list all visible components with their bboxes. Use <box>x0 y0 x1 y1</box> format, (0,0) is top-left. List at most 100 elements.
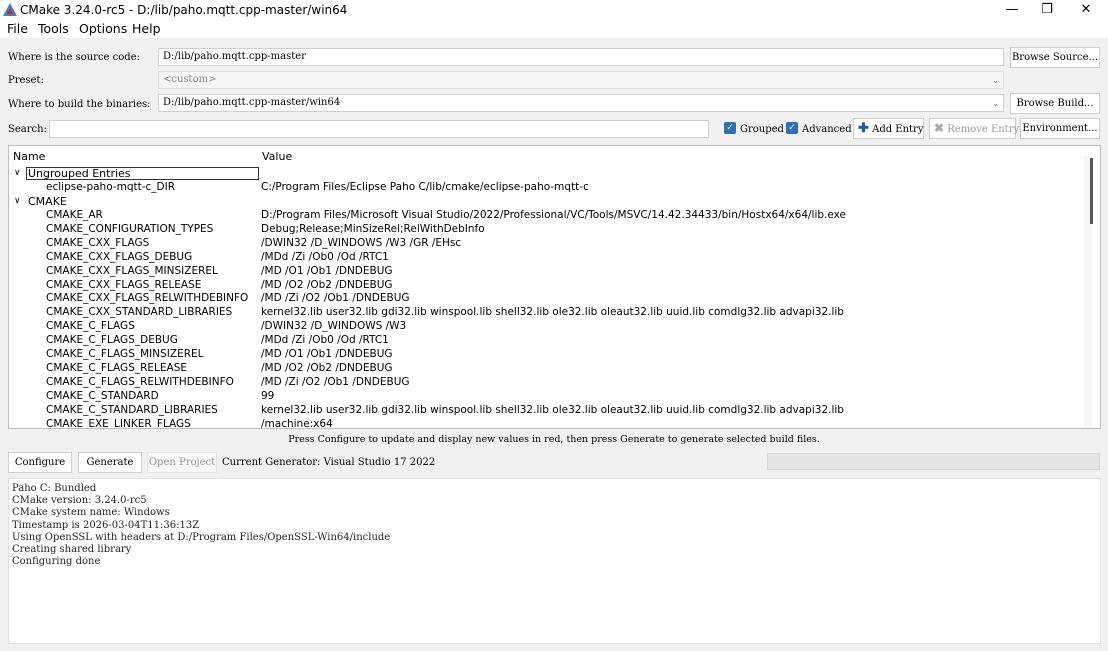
table-row[interactable]: CMAKE_CONFIGURATION_TYPES Debug;Release;M… <box>9 223 1085 237</box>
entry-name: CMAKE_C_FLAGS_DEBUG <box>46 334 178 347</box>
group-cmake[interactable]: ∨ CMAKE <box>9 195 1085 209</box>
scrollbar-thumb[interactable] <box>1090 158 1093 224</box>
log-line: Paho C: Bundled <box>12 483 97 494</box>
search-label: Search: <box>8 124 47 135</box>
log-line: Timestamp is 2026-03-04T11:36:13Z <box>12 519 200 531</box>
entry-value[interactable]: /MDd /Zi /Ob0 /Od /RTC1 <box>261 251 389 264</box>
configure-button[interactable]: Configure <box>8 452 72 473</box>
close-button[interactable]: ✕ <box>1066 0 1106 20</box>
entry-value[interactable]: /machine:x64 <box>261 418 333 429</box>
table-row[interactable]: CMAKE_C_STANDARD 99 <box>9 390 1085 404</box>
build-value: D:/lib/paho.mqtt.cpp-master/win64 <box>163 97 341 108</box>
menu-options[interactable]: Options <box>79 21 127 36</box>
chevron-down-icon[interactable]: ∨ <box>14 167 21 180</box>
group-ungrouped[interactable]: ∨ Ungrouped Entries <box>9 167 1085 181</box>
entry-name: CMAKE_EXE_LINKER_FLAGS <box>46 417 191 429</box>
entry-value[interactable]: C:/Program Files/Eclipse Paho C/lib/cmak… <box>261 181 589 194</box>
open-project-button[interactable]: Open Project <box>147 452 217 473</box>
entry-name: CMAKE_C_FLAGS <box>46 320 135 333</box>
browse-build-button[interactable]: Browse Build... <box>1010 93 1100 114</box>
log-line: CMake system name: Windows <box>12 507 170 519</box>
entry-value[interactable]: kernel32.lib user32.lib gdi32.lib winspo… <box>261 306 844 319</box>
table-row[interactable]: CMAKE_CXX_FLAGS_MINSIZEREL/MD /O1 /Ob1 /… <box>9 265 1085 279</box>
entry-name: CMAKE_C_FLAGS_RELEASE <box>46 361 188 374</box>
column-header-value[interactable]: Value <box>262 150 292 163</box>
search-input[interactable] <box>49 120 709 138</box>
entry-value[interactable]: kernel32.lib user32.lib gdi32.lib winspo… <box>261 404 844 417</box>
table-row[interactable]: CMAKE_CXX_FLAGS_RELEASE/MD /O2 /Ob2 /DND… <box>9 279 1085 293</box>
column-header-name[interactable]: Name <box>13 150 45 163</box>
entry-value[interactable]: /MD /Zi /O2 /Ob1 /DNDEBUG <box>261 292 410 305</box>
entry-name: CMAKE_CXX_FLAGS <box>46 236 150 249</box>
add-entry-label: Add Entry <box>872 124 924 135</box>
entry-name: CMAKE_CXX_STANDARD_LIBRARIES <box>46 306 233 319</box>
table-row[interactable]: CMAKE_CXX_STANDARD_LIBRARIES kernel32.lib… <box>9 306 1085 320</box>
table-row[interactable]: CMAKE_C_FLAGS_DEBUG/MDd /Zi /Ob0 /Od /RT… <box>9 334 1085 348</box>
log-line: CMake version: 3.24.0-rc5 <box>12 495 147 507</box>
entry-name: CMAKE_CONFIGURATION_TYPES <box>46 222 214 235</box>
minimize-button[interactable]: — <box>992 0 1032 20</box>
remove-entry-label: Remove Entry <box>947 124 1020 135</box>
current-generator: Current Generator: Visual Studio 17 2022 <box>222 457 436 468</box>
table-row[interactable]: CMAKE_C_FLAGS_RELEASE/MD /O2 /Ob2 /DNDEB… <box>9 362 1085 376</box>
table-row[interactable]: CMAKE_CXX_FLAGS_RELWITHDEBINFO/MD /Zi /O… <box>9 292 1085 306</box>
entry-name: CMAKE_CXX_FLAGS_MINSIZEREL <box>46 264 218 277</box>
source-input[interactable]: D:/lib/paho.mqtt.cpp-master <box>158 48 1004 66</box>
table-row[interactable]: eclipse-paho-mqtt-c_DIR C:/Program Files/… <box>9 181 1085 195</box>
entry-name: eclipse-paho-mqtt-c_DIR <box>46 181 176 193</box>
table-row[interactable]: CMAKE_C_FLAGS/DWIN32 /D_WINDOWS /W3 <box>9 320 1085 334</box>
table-row[interactable]: CMAKE_EXE_LINKER_FLAGS/machine:x64 <box>9 417 1085 429</box>
table-row[interactable]: CMAKE_CXX_FLAGS/DWIN32 /D_WINDOWS /W3 /G… <box>9 237 1085 251</box>
browse-source-button[interactable]: Browse Source... <box>1010 47 1100 68</box>
add-entry-button[interactable]: ✚ Add Entry <box>853 118 924 139</box>
entry-value[interactable]: /MD /Zi /O2 /Ob1 /DNDEBUG <box>261 376 410 389</box>
entry-value[interactable]: D:/Program Files/Microsoft Visual Studio… <box>261 209 846 222</box>
entry-value[interactable]: /MD /O1 /Ob1 /DNDEBUG <box>261 265 393 278</box>
advanced-label: Advanced <box>802 124 852 135</box>
advanced-checkbox[interactable]: ✓ <box>786 122 798 134</box>
table-row[interactable]: CMAKE_AR D:/Program Files/Microsoft Visua… <box>9 209 1085 223</box>
entry-value[interactable]: 99 <box>261 390 274 403</box>
entry-value[interactable]: /DWIN32 /D_WINDOWS /W3 /GR /EHsc <box>261 237 461 250</box>
group-ungrouped-label: Ungrouped Entries <box>28 167 131 180</box>
log-line: Configuring done <box>12 556 101 568</box>
entry-value[interactable]: /MD /O2 /Ob2 /DNDEBUG <box>261 279 393 292</box>
progress-bar <box>767 453 1100 470</box>
entry-name: CMAKE_CXX_FLAGS_DEBUG <box>46 250 193 263</box>
entry-value[interactable]: /DWIN32 /D_WINDOWS /W3 <box>261 320 406 333</box>
entry-value[interactable]: /MD /O2 /Ob2 /DNDEBUG <box>261 362 393 375</box>
table-row[interactable]: CMAKE_C_FLAGS_MINSIZEREL/MD /O1 /Ob1 /DN… <box>9 348 1085 362</box>
menu-tools[interactable]: Tools <box>38 21 69 36</box>
chevron-down-icon: ⌄ <box>992 99 999 108</box>
group-cmake-label: CMAKE <box>28 195 67 208</box>
preset-combo[interactable]: <custom> ⌄ <box>158 71 1004 89</box>
remove-icon: ✖ <box>934 121 945 135</box>
remove-entry-button[interactable]: ✖ Remove Entry <box>929 118 1020 139</box>
output-log[interactable]: Paho C: Bundled CMake version: 3.24.0-rc5… <box>8 478 1101 644</box>
entry-value[interactable]: /MDd /Zi /Ob0 /Od /RTC1 <box>261 334 389 347</box>
table-row[interactable]: CMAKE_CXX_FLAGS_DEBUG/MDd /Zi /Ob0 /Od /… <box>9 251 1085 265</box>
maximize-button[interactable]: ❐ <box>1027 0 1067 20</box>
hint-text: Press Configure to update and display ne… <box>288 434 820 445</box>
entry-name: CMAKE_C_STANDARD_LIBRARIES <box>46 403 218 416</box>
menu-bar: File Tools Options Help <box>0 20 1108 38</box>
plus-icon: ✚ <box>858 121 869 136</box>
environment-button[interactable]: Environment... <box>1020 118 1100 139</box>
chevron-down-icon[interactable]: ∨ <box>14 195 21 208</box>
build-label: Where to build the binaries: <box>8 99 151 110</box>
entry-value[interactable]: Debug;Release;MinSizeRel;RelWithDebInfo <box>261 223 485 236</box>
title-bar[interactable]: CMake 3.24.0-rc5 - D:/lib/paho.mqtt.cpp-… <box>0 0 1108 20</box>
grouped-checkbox[interactable]: ✓ <box>724 122 736 134</box>
cache-table[interactable]: Name Value ∨ Ungrouped Entries eclipse-p… <box>8 145 1101 429</box>
entry-value[interactable]: /MD /O1 /Ob1 /DNDEBUG <box>261 348 393 361</box>
cmake-logo-icon <box>3 3 17 16</box>
build-combo[interactable]: D:/lib/paho.mqtt.cpp-master/win64 ⌄ <box>158 94 1004 112</box>
entry-name: CMAKE_C_STANDARD <box>46 389 159 402</box>
table-row[interactable]: CMAKE_C_STANDARD_LIBRARIES kernel32.lib u… <box>9 404 1085 418</box>
generate-button[interactable]: Generate <box>78 452 142 473</box>
menu-help[interactable]: Help <box>132 21 161 36</box>
entry-name: CMAKE_CXX_FLAGS_RELEASE <box>46 278 202 291</box>
entry-name: CMAKE_CXX_FLAGS_RELWITHDEBINFO <box>46 292 249 305</box>
menu-file[interactable]: File <box>7 21 28 36</box>
table-row[interactable]: CMAKE_C_FLAGS_RELWITHDEBINFO/MD /Zi /O2 … <box>9 376 1085 390</box>
